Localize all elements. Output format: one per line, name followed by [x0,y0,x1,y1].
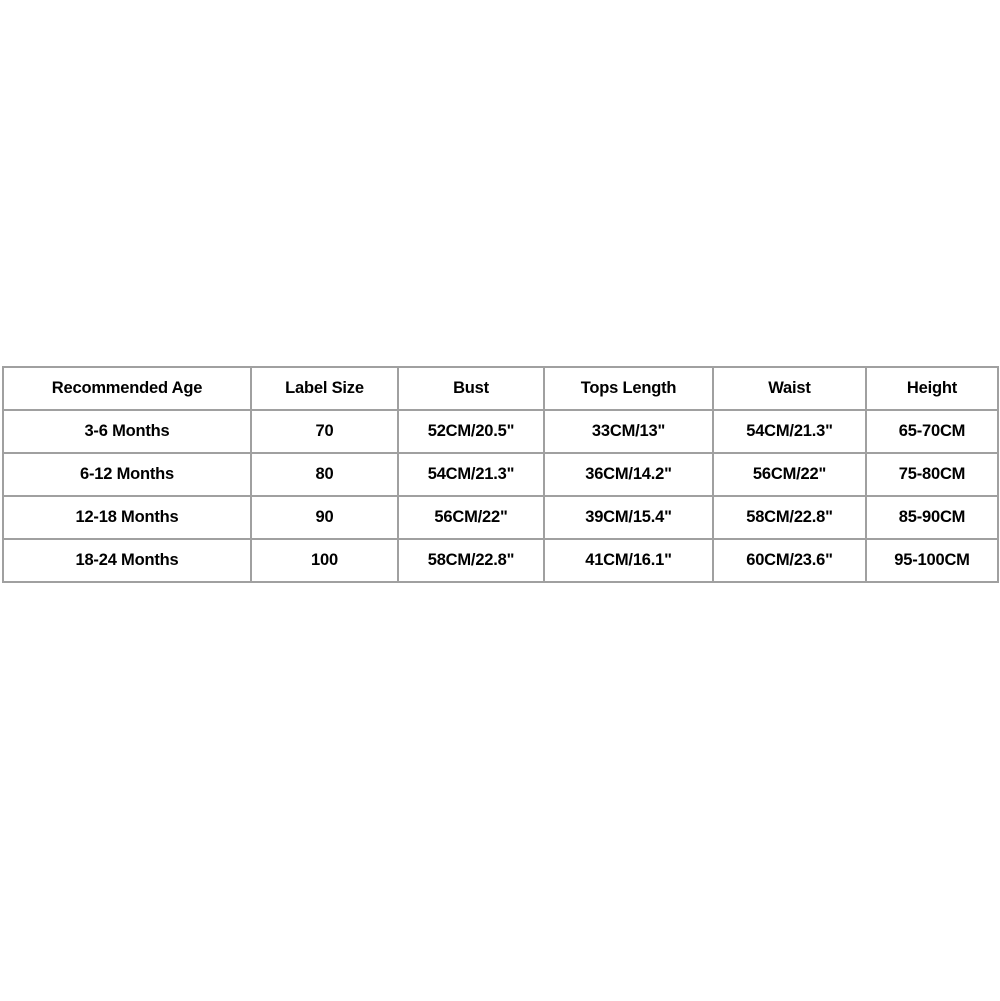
column-header-bust: Bust [397,366,545,411]
cell-waist: 56CM/22" [712,452,867,497]
table-header-row: Recommended Age Label Size Bust Tops Len… [2,366,999,411]
page-canvas: Recommended Age Label Size Bust Tops Len… [0,0,1000,1001]
cell-recommended-age: 3-6 Months [2,409,252,454]
cell-recommended-age: 6-12 Months [2,452,252,497]
column-header-waist: Waist [712,366,867,411]
cell-height: 75-80CM [865,452,999,497]
table-row: 12-18 Months 90 56CM/22" 39CM/15.4" 58CM… [2,495,999,540]
cell-waist: 58CM/22.8" [712,495,867,540]
table-row: 3-6 Months 70 52CM/20.5" 33CM/13" 54CM/2… [2,409,999,454]
table-header: Recommended Age Label Size Bust Tops Len… [2,366,999,411]
table-row: 18-24 Months 100 58CM/22.8" 41CM/16.1" 6… [2,538,999,583]
cell-bust: 56CM/22" [397,495,545,540]
cell-tops-length: 41CM/16.1" [543,538,714,583]
table-body: 3-6 Months 70 52CM/20.5" 33CM/13" 54CM/2… [2,409,999,583]
column-header-label-size: Label Size [250,366,399,411]
column-header-recommended-age: Recommended Age [2,366,252,411]
cell-recommended-age: 12-18 Months [2,495,252,540]
cell-label-size: 80 [250,452,399,497]
cell-waist: 54CM/21.3" [712,409,867,454]
cell-bust: 54CM/21.3" [397,452,545,497]
cell-height: 65-70CM [865,409,999,454]
cell-recommended-age: 18-24 Months [2,538,252,583]
size-chart-container: Recommended Age Label Size Bust Tops Len… [2,366,999,583]
size-chart-table: Recommended Age Label Size Bust Tops Len… [2,366,999,583]
cell-label-size: 70 [250,409,399,454]
column-header-height: Height [865,366,999,411]
cell-bust: 58CM/22.8" [397,538,545,583]
cell-tops-length: 36CM/14.2" [543,452,714,497]
cell-bust: 52CM/20.5" [397,409,545,454]
table-row: 6-12 Months 80 54CM/21.3" 36CM/14.2" 56C… [2,452,999,497]
cell-label-size: 90 [250,495,399,540]
cell-tops-length: 33CM/13" [543,409,714,454]
cell-label-size: 100 [250,538,399,583]
cell-height: 85-90CM [865,495,999,540]
cell-tops-length: 39CM/15.4" [543,495,714,540]
cell-height: 95-100CM [865,538,999,583]
column-header-tops-length: Tops Length [543,366,714,411]
cell-waist: 60CM/23.6" [712,538,867,583]
